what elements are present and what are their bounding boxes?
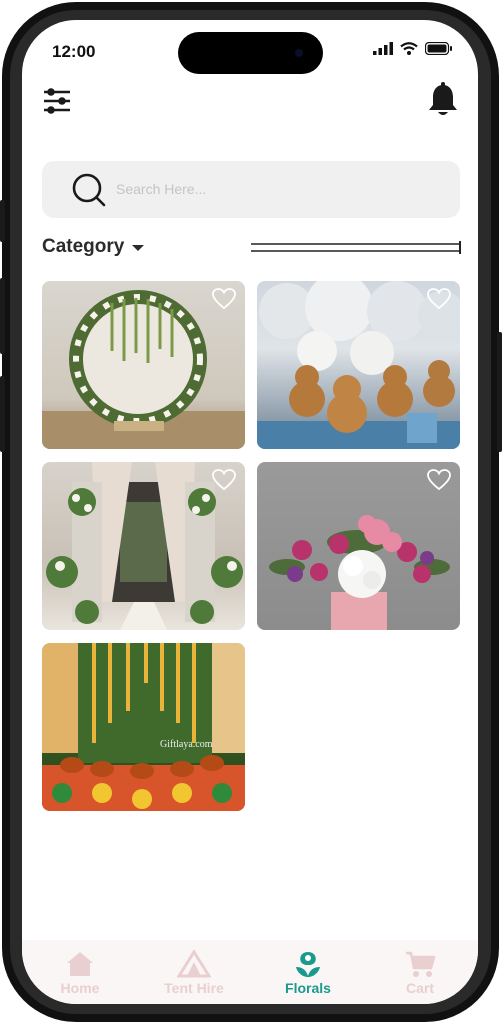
- nav-label-home: Home: [60, 980, 100, 996]
- heart-icon[interactable]: [211, 287, 237, 311]
- status-icons: [373, 42, 452, 55]
- top-bar: [22, 82, 478, 132]
- battery-icon: [425, 42, 452, 55]
- florals-icon: [296, 952, 320, 977]
- power-button: [497, 332, 502, 452]
- bell-icon[interactable]: [426, 82, 460, 118]
- category-label: Category: [42, 236, 125, 257]
- mute-switch: [0, 200, 5, 242]
- search-bar[interactable]: [42, 161, 460, 218]
- sort-lines-icon[interactable]: [251, 240, 463, 256]
- status-bar: 12:00: [22, 20, 478, 80]
- tent-icon: [177, 950, 211, 978]
- nav-item-florals[interactable]: Florals: [258, 950, 358, 996]
- cart-icon: [406, 951, 436, 977]
- product-card-wedding-aisle[interactable]: [42, 462, 245, 630]
- nav-item-tent-hire[interactable]: Tent Hire: [144, 950, 244, 996]
- heart-icon[interactable]: [426, 468, 452, 492]
- nav-item-cart[interactable]: Cart: [370, 950, 470, 996]
- search-input[interactable]: [116, 177, 416, 201]
- nav-item-home[interactable]: Home: [30, 950, 130, 996]
- heart-icon[interactable]: [211, 468, 237, 492]
- nav-label-tent-hire: Tent Hire: [164, 980, 224, 996]
- bottom-nav: Home Tent Hire Florals Cart: [22, 940, 478, 1004]
- watermark-text: Giftlaya.com: [160, 739, 213, 750]
- filter-sliders-icon[interactable]: [40, 84, 74, 118]
- status-time: 12:00: [52, 42, 96, 61]
- traditional-decor-image: [42, 643, 245, 811]
- volume-down-button: [0, 376, 5, 452]
- product-card-traditional-decor[interactable]: Giftlaya.com: [42, 643, 245, 811]
- wifi-icon: [400, 42, 418, 55]
- home-icon: [67, 952, 93, 976]
- product-card-flower-bouquet[interactable]: [257, 462, 460, 630]
- cellular-signal-icon: [373, 42, 393, 55]
- nav-label-florals: Florals: [285, 980, 331, 996]
- nav-label-cart: Cart: [405, 980, 434, 996]
- camera-dot: [295, 49, 303, 57]
- volume-up-button: [0, 278, 5, 354]
- product-card-teddy-balloons[interactable]: [257, 281, 460, 449]
- heart-icon[interactable]: [426, 287, 452, 311]
- screen: 12:00 Search Here... Category Giftlaya.c…: [22, 20, 478, 1004]
- product-card-floral-arch[interactable]: [42, 281, 245, 449]
- category-dropdown[interactable]: Category: [42, 236, 145, 258]
- search-icon: [72, 173, 106, 207]
- dynamic-island: [178, 32, 323, 74]
- chevron-down-icon: [132, 245, 145, 251]
